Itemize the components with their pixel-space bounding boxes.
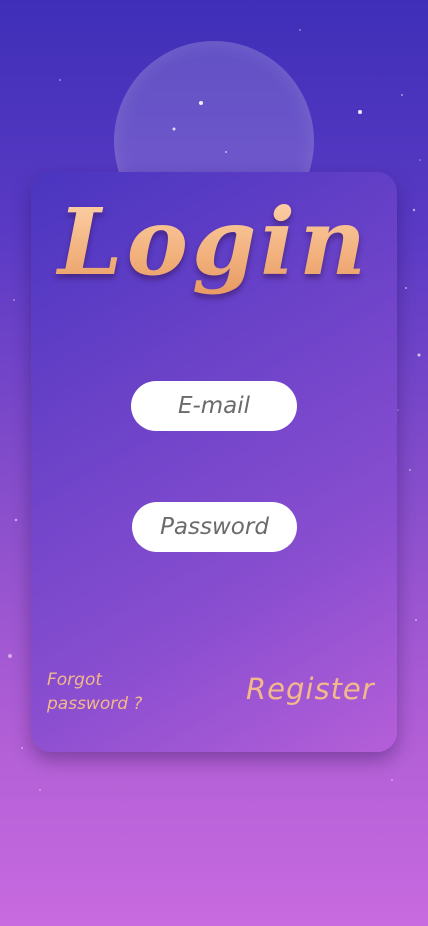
forgot-password-link[interactable]: Forgot password ? bbox=[47, 668, 187, 716]
register-link[interactable]: Register bbox=[246, 672, 375, 706]
password-field[interactable] bbox=[132, 502, 297, 552]
forgot-password-line2: password ? bbox=[47, 694, 143, 714]
email-field[interactable] bbox=[131, 381, 297, 431]
page-title: Login bbox=[0, 188, 428, 296]
forgot-password-line1: Forgot bbox=[47, 670, 103, 690]
